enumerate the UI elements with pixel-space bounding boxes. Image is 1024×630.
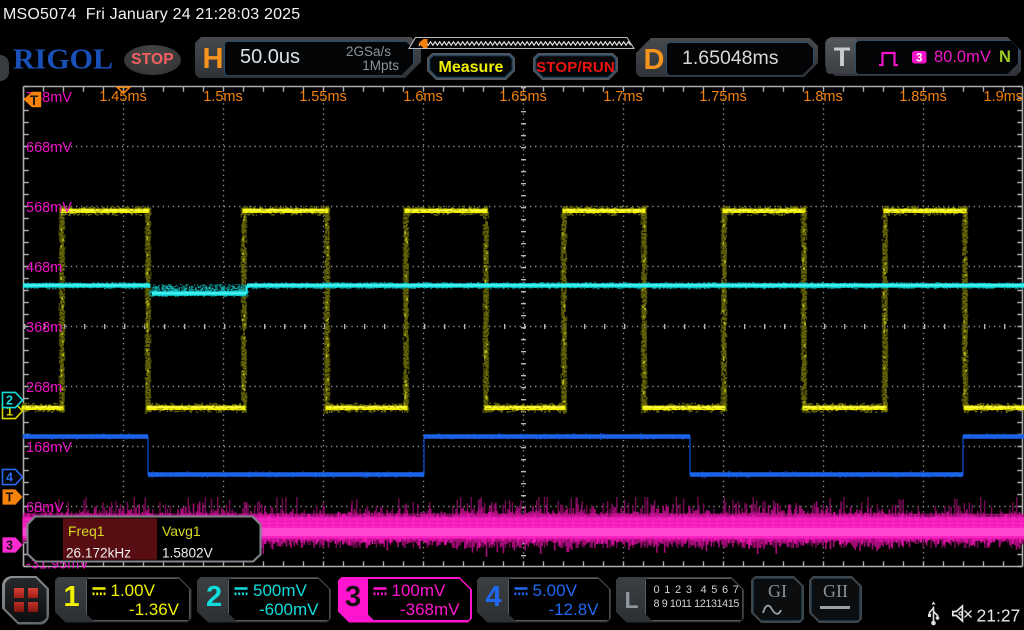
svg-text:168mV: 168mV [26,440,72,456]
svg-text:26.172kHz: 26.172kHz [66,546,131,561]
svg-text:468m: 468m [26,260,62,276]
svg-text:1.65ms: 1.65ms [499,89,547,105]
svg-text:T: T [6,491,14,505]
svg-text:1.6ms: 1.6ms [403,89,443,105]
svg-text:1.5802V: 1.5802V [162,546,213,561]
svg-text:68mV: 68mV [26,500,64,516]
svg-text:21:27: 21:27 [977,606,1021,626]
svg-text:3: 3 [6,539,13,553]
svg-text:1.8ms: 1.8ms [803,89,843,105]
svg-text:1.85ms: 1.85ms [899,89,947,105]
svg-text:568mV: 568mV [26,200,72,216]
svg-text:2: 2 [6,394,13,408]
svg-text:1.9ms: 1.9ms [984,89,1024,105]
svg-text:668mV: 668mV [26,140,72,156]
svg-text:268m: 268m [26,380,62,396]
svg-text:4: 4 [6,471,13,485]
svg-text:1.55ms: 1.55ms [299,89,347,105]
svg-text:368m: 368m [26,320,62,336]
svg-text:1.7ms: 1.7ms [603,89,643,105]
svg-text:1.75ms: 1.75ms [699,89,747,105]
svg-text:Freq1: Freq1 [68,523,105,539]
svg-text:T: T [30,93,39,108]
svg-text:1.5ms: 1.5ms [203,89,243,105]
svg-text:1.45ms: 1.45ms [99,89,147,105]
svg-text:Vavg1: Vavg1 [162,523,201,539]
